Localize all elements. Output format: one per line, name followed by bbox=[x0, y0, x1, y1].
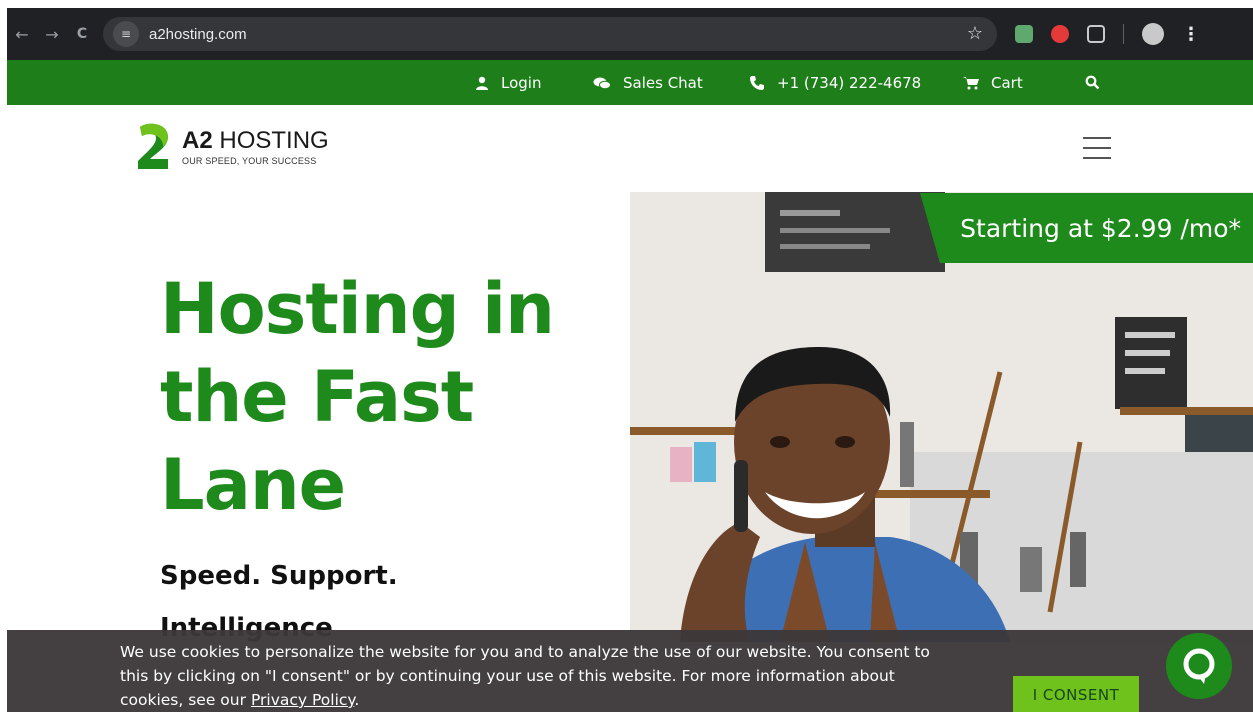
url-text[interactable]: a2hosting.com bbox=[149, 26, 247, 43]
hero-title: Hosting in the Fast Lane bbox=[160, 265, 580, 529]
phone-icon bbox=[750, 75, 764, 90]
browser-toolbar: ← → C ≡ a2hosting.com ☆ ⋮ bbox=[7, 8, 1253, 60]
cart-label: Cart bbox=[991, 73, 1023, 92]
hero-title-line: the Fast bbox=[160, 356, 474, 438]
sales-chat-link[interactable]: Sales Chat bbox=[593, 60, 703, 105]
cart-icon bbox=[963, 76, 979, 89]
site-logo[interactable]: A2 HOSTING OUR SPEED, YOUR SUCCESS bbox=[134, 123, 329, 171]
extension-icon[interactable] bbox=[1015, 25, 1033, 43]
bookmark-star-icon[interactable]: ☆ bbox=[967, 23, 983, 44]
chat-widget-button[interactable] bbox=[1166, 633, 1232, 699]
login-link[interactable]: Login bbox=[475, 60, 541, 105]
extensions-area: ⋮ bbox=[1015, 23, 1200, 45]
price-badge[interactable]: Starting at $2.99 /mo* bbox=[920, 193, 1253, 263]
cookie-message: We use cookies to personalize the websit… bbox=[120, 643, 930, 709]
reload-icon[interactable]: C bbox=[67, 26, 97, 42]
sales-chat-label: Sales Chat bbox=[623, 73, 703, 92]
a2-logo-icon bbox=[138, 123, 168, 169]
consent-button[interactable]: I CONSENT bbox=[1013, 676, 1139, 712]
logo-brand-bold: A2 bbox=[182, 126, 213, 154]
logo-tagline: OUR SPEED, YOUR SUCCESS bbox=[182, 155, 317, 166]
divider bbox=[1123, 24, 1124, 44]
site-info-icon[interactable]: ≡ bbox=[113, 21, 139, 47]
profile-avatar-icon[interactable] bbox=[1142, 23, 1164, 45]
address-bar[interactable]: ≡ a2hosting.com ☆ bbox=[103, 17, 997, 51]
hero-title-line: Lane bbox=[160, 444, 346, 526]
search-button[interactable] bbox=[1085, 60, 1100, 105]
chat-bubble-icon bbox=[1183, 648, 1215, 684]
phone-link[interactable]: +1 (734) 222-4678 bbox=[749, 60, 921, 105]
search-icon bbox=[1085, 75, 1100, 90]
forward-icon[interactable]: → bbox=[37, 25, 67, 44]
phone-number: +1 (734) 222-4678 bbox=[777, 73, 922, 92]
cookie-message-end: . bbox=[354, 691, 360, 709]
hamburger-menu-icon[interactable] bbox=[1083, 137, 1111, 167]
hero-subtitle-line: Speed. Support. bbox=[160, 561, 398, 591]
privacy-policy-link[interactable]: Privacy Policy bbox=[251, 691, 354, 709]
chat-icon bbox=[593, 77, 611, 89]
page: ← → C ≡ a2hosting.com ☆ ⋮ Login Sales Ch… bbox=[0, 0, 1253, 712]
back-icon[interactable]: ← bbox=[7, 25, 37, 44]
hero-title-line: Hosting in bbox=[160, 268, 555, 350]
extension-icon[interactable] bbox=[1051, 25, 1069, 43]
cookie-text: We use cookies to personalize the websit… bbox=[120, 640, 940, 712]
browser-menu-icon[interactable]: ⋮ bbox=[1182, 24, 1200, 45]
puzzle-extensions-icon[interactable] bbox=[1087, 25, 1105, 43]
user-icon bbox=[476, 76, 488, 90]
logo-brand-rest: HOSTING bbox=[219, 126, 329, 154]
utility-bar: Login Sales Chat +1 (734) 222-4678 Cart bbox=[7, 60, 1253, 105]
login-label: Login bbox=[501, 73, 542, 92]
cart-link[interactable]: Cart bbox=[963, 60, 1023, 105]
